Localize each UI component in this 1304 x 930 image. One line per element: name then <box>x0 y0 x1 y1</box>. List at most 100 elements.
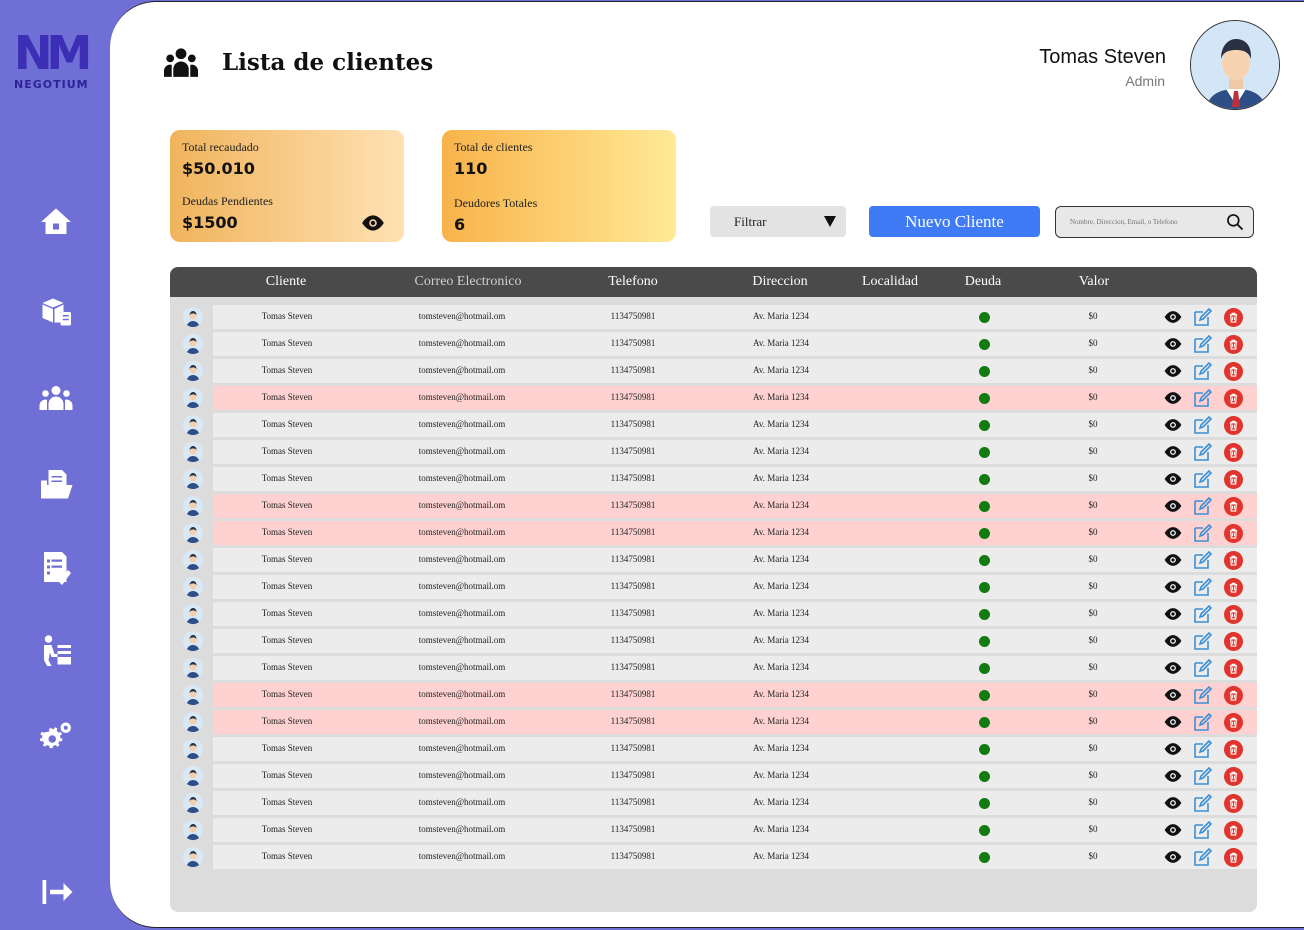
view-eye-icon[interactable] <box>1163 578 1183 596</box>
table-row[interactable]: Tomas Steven tomsteven@hotmail.om 11347509… <box>170 304 1257 331</box>
view-eye-icon[interactable] <box>1163 794 1183 812</box>
delete-icon[interactable] <box>1224 524 1243 543</box>
header-cliente[interactable]: Cliente <box>266 274 306 290</box>
table-row[interactable]: Tomas Steven tomsteven@hotmail.om 11347509… <box>170 547 1257 574</box>
table-row[interactable]: Tomas Steven tomsteven@hotmail.om 11347509… <box>170 763 1257 790</box>
table-row[interactable]: Tomas Steven tomsteven@hotmail.om 11347509… <box>170 412 1257 439</box>
view-eye-icon[interactable] <box>1163 821 1183 839</box>
table-row[interactable]: Tomas Steven tomsteven@hotmail.om 11347509… <box>170 466 1257 493</box>
clients-icon[interactable] <box>36 378 76 418</box>
view-eye-icon[interactable] <box>1163 686 1183 704</box>
view-eye-icon[interactable] <box>1163 632 1183 650</box>
view-eye-icon[interactable] <box>1163 362 1183 380</box>
filter-dropdown[interactable]: Filtrar <box>710 206 846 237</box>
eye-icon[interactable] <box>360 214 386 232</box>
new-client-button[interactable]: Nuevo Cliente <box>869 206 1040 237</box>
header-deuda[interactable]: Deuda <box>965 274 1002 290</box>
edit-icon[interactable] <box>1193 686 1213 704</box>
delete-icon[interactable] <box>1224 821 1243 840</box>
delete-icon[interactable] <box>1224 362 1243 381</box>
header-correo[interactable]: Correo Electronico <box>415 274 522 290</box>
edit-icon[interactable] <box>1193 848 1213 866</box>
table-row[interactable]: Tomas Steven tomsteven@hotmail.om 11347509… <box>170 520 1257 547</box>
view-eye-icon[interactable] <box>1163 551 1183 569</box>
header-direccion[interactable]: Direccion <box>752 274 807 290</box>
view-eye-icon[interactable] <box>1163 848 1183 866</box>
table-row[interactable]: Tomas Steven tomsteven@hotmail.om 11347509… <box>170 601 1257 628</box>
edit-icon[interactable] <box>1193 497 1213 515</box>
home-icon[interactable] <box>36 202 76 242</box>
header-telefono[interactable]: Telefono <box>608 274 658 290</box>
delete-icon[interactable] <box>1224 470 1243 489</box>
employees-icon[interactable] <box>36 631 76 671</box>
table-row[interactable]: Tomas Steven tomsteven@hotmail.om 11347509… <box>170 574 1257 601</box>
table-row[interactable]: Tomas Steven tomsteven@hotmail.om 11347509… <box>170 331 1257 358</box>
view-eye-icon[interactable] <box>1163 308 1183 326</box>
delete-icon[interactable] <box>1224 335 1243 354</box>
table-row[interactable]: Tomas Steven tomsteven@hotmail.om 11347509… <box>170 817 1257 844</box>
table-row[interactable]: Tomas Steven tomsteven@hotmail.om 11347509… <box>170 358 1257 385</box>
view-eye-icon[interactable] <box>1163 389 1183 407</box>
edit-icon[interactable] <box>1193 362 1213 380</box>
delete-icon[interactable] <box>1224 848 1243 867</box>
view-eye-icon[interactable] <box>1163 470 1183 488</box>
edit-icon[interactable] <box>1193 794 1213 812</box>
delete-icon[interactable] <box>1224 767 1243 786</box>
delete-icon[interactable] <box>1224 389 1243 408</box>
user-avatar[interactable] <box>1190 20 1280 110</box>
delete-icon[interactable] <box>1224 443 1243 462</box>
view-eye-icon[interactable] <box>1163 443 1183 461</box>
edit-icon[interactable] <box>1193 389 1213 407</box>
table-row[interactable]: Tomas Steven tomsteven@hotmail.om 11347509… <box>170 844 1257 871</box>
delete-icon[interactable] <box>1224 794 1243 813</box>
edit-icon[interactable] <box>1193 605 1213 623</box>
table-row[interactable]: Tomas Steven tomsteven@hotmail.om 11347509… <box>170 790 1257 817</box>
edit-icon[interactable] <box>1193 335 1213 353</box>
edit-icon[interactable] <box>1193 524 1213 542</box>
delete-icon[interactable] <box>1224 659 1243 678</box>
view-eye-icon[interactable] <box>1163 497 1183 515</box>
table-row[interactable]: Tomas Steven tomsteven@hotmail.om 11347509… <box>170 493 1257 520</box>
edit-icon[interactable] <box>1193 767 1213 785</box>
edit-icon[interactable] <box>1193 578 1213 596</box>
delete-icon[interactable] <box>1224 740 1243 759</box>
delete-icon[interactable] <box>1224 308 1243 327</box>
delete-icon[interactable] <box>1224 497 1243 516</box>
table-row[interactable]: Tomas Steven tomsteven@hotmail.om 11347509… <box>170 385 1257 412</box>
delete-icon[interactable] <box>1224 686 1243 705</box>
view-eye-icon[interactable] <box>1163 416 1183 434</box>
brand-logo[interactable]: NM NEGOTIUM <box>14 30 94 91</box>
edit-icon[interactable] <box>1193 659 1213 677</box>
table-row[interactable]: Tomas Steven tomsteven@hotmail.om 11347509… <box>170 682 1257 709</box>
delete-icon[interactable] <box>1224 551 1243 570</box>
edit-icon[interactable] <box>1193 740 1213 758</box>
edit-icon[interactable] <box>1193 308 1213 326</box>
delete-icon[interactable] <box>1224 713 1243 732</box>
view-eye-icon[interactable] <box>1163 605 1183 623</box>
reports-icon[interactable] <box>36 547 76 587</box>
table-row[interactable]: Tomas Steven tomsteven@hotmail.om 11347509… <box>170 655 1257 682</box>
table-row[interactable]: Tomas Steven tomsteven@hotmail.om 11347509… <box>170 736 1257 763</box>
edit-icon[interactable] <box>1193 713 1213 731</box>
search-icon[interactable] <box>1225 212 1245 232</box>
view-eye-icon[interactable] <box>1163 335 1183 353</box>
products-icon[interactable] <box>36 292 76 332</box>
edit-icon[interactable] <box>1193 470 1213 488</box>
delete-icon[interactable] <box>1224 632 1243 651</box>
table-row[interactable]: Tomas Steven tomsteven@hotmail.om 11347509… <box>170 628 1257 655</box>
delete-icon[interactable] <box>1224 605 1243 624</box>
view-eye-icon[interactable] <box>1163 713 1183 731</box>
view-eye-icon[interactable] <box>1163 524 1183 542</box>
settings-icon[interactable] <box>36 716 76 756</box>
edit-icon[interactable] <box>1193 821 1213 839</box>
edit-icon[interactable] <box>1193 416 1213 434</box>
edit-icon[interactable] <box>1193 632 1213 650</box>
logout-icon[interactable] <box>36 872 76 912</box>
view-eye-icon[interactable] <box>1163 767 1183 785</box>
delete-icon[interactable] <box>1224 578 1243 597</box>
delete-icon[interactable] <box>1224 416 1243 435</box>
table-row[interactable]: Tomas Steven tomsteven@hotmail.om 11347509… <box>170 709 1257 736</box>
edit-icon[interactable] <box>1193 443 1213 461</box>
view-eye-icon[interactable] <box>1163 740 1183 758</box>
edit-icon[interactable] <box>1193 551 1213 569</box>
